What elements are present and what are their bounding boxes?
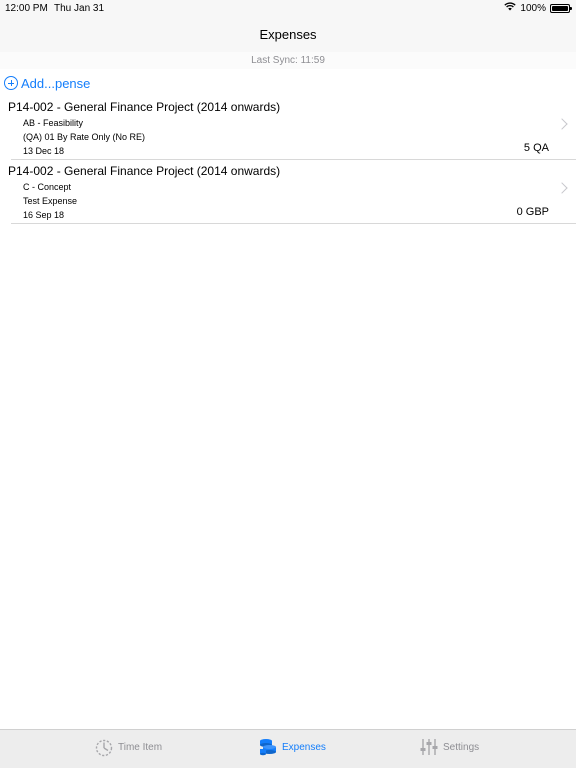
expense-type: (QA) 01 By Rate Only (No RE) (23, 132, 146, 142)
expense-stage: AB - Feasibility (23, 118, 84, 128)
tab-time-item[interactable]: Time Item (94, 737, 162, 757)
chevron-right-icon (556, 118, 568, 130)
tab-settings-label: Settings (443, 741, 480, 753)
battery-percent: 100% (520, 2, 546, 14)
add-expense-label: Add...pense (21, 75, 91, 91)
battery-icon (550, 3, 572, 13)
expense-list: P14-002 - General Finance Project (2014 … (0, 96, 576, 224)
status-time: 12:00 PM (5, 3, 48, 14)
expense-project-title: P14-002 - General Finance Project (2014 … (8, 164, 281, 178)
navigation-bar: Expenses (0, 16, 576, 52)
expense-amount: 5 QA (523, 142, 549, 154)
sliders-icon (419, 737, 439, 757)
wifi-icon (504, 2, 517, 14)
tab-expenses[interactable]: Expenses (258, 737, 326, 757)
status-date: Thu Jan 31 (54, 3, 105, 14)
status-bar: 12:00 PM Thu Jan 31 100% (0, 0, 576, 16)
tab-time-item-label: Time Item (118, 741, 163, 753)
expense-type: Test Expense (23, 196, 78, 206)
last-sync-label: Last Sync: 11:59 (0, 52, 576, 69)
tab-expenses-label: Expenses (282, 741, 326, 753)
expense-date: 16 Sep 18 (23, 210, 65, 220)
add-expense-button[interactable]: Add...pense (4, 74, 90, 92)
tab-settings[interactable]: Settings (419, 737, 479, 757)
expense-date: 13 Dec 18 (23, 146, 65, 156)
coins-icon (258, 737, 278, 757)
status-indicators: 100% (504, 2, 572, 14)
expense-amount: 0 GBP (516, 206, 549, 218)
expense-row[interactable]: P14-002 - General Finance Project (2014 … (8, 160, 576, 224)
timer-icon (94, 737, 114, 757)
expense-project-title: P14-002 - General Finance Project (2014 … (8, 100, 281, 114)
expense-row[interactable]: P14-002 - General Finance Project (2014 … (8, 96, 576, 160)
expense-stage: C - Concept (23, 182, 72, 192)
tab-bar: Time Item Expenses Settings (0, 729, 576, 768)
page-title: Expenses (259, 27, 317, 42)
add-circle-icon (4, 76, 18, 90)
chevron-right-icon (556, 182, 568, 194)
